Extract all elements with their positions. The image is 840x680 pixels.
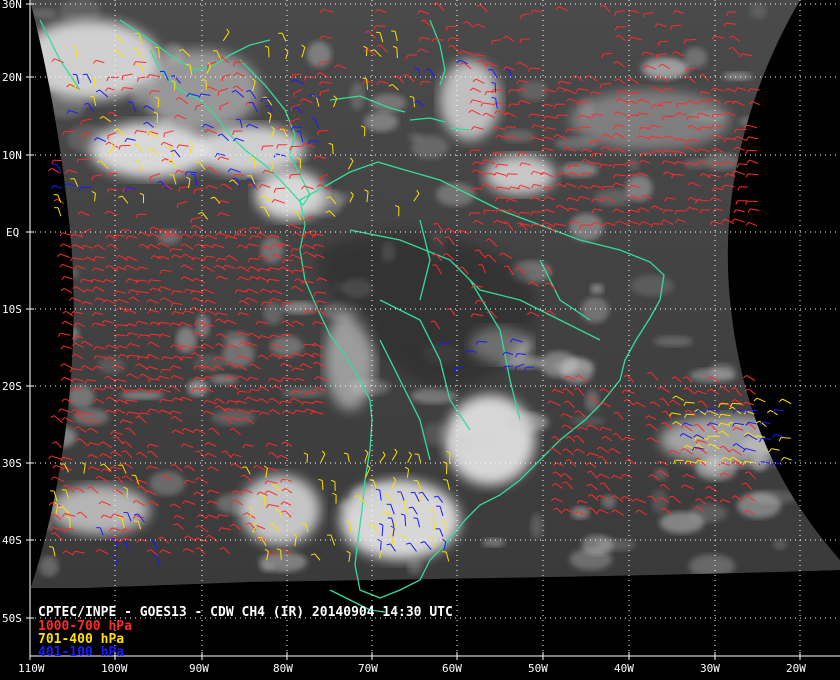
space-lower bbox=[30, 588, 840, 656]
map-canvas: 30N 20N 10N EQ 10S 20S 30S 40S 50S 110W … bbox=[2, 0, 840, 675]
lat-label: 10N bbox=[2, 149, 22, 162]
longitude-labels: 110W 100W 90W 80W 70W 60W 50W 40W 30W 20… bbox=[18, 662, 806, 675]
legend-high-level: 401-100 hPa bbox=[38, 645, 124, 660]
lon-label: 100W bbox=[101, 662, 128, 675]
lon-label: 80W bbox=[273, 662, 293, 675]
lon-label: 30W bbox=[700, 662, 720, 675]
lat-label: 50S bbox=[2, 612, 22, 625]
lat-label: 10S bbox=[2, 303, 22, 316]
lon-label: 40W bbox=[614, 662, 634, 675]
lat-label: 30N bbox=[2, 0, 22, 11]
lat-label: 40S bbox=[2, 534, 22, 547]
lat-label: 20S bbox=[2, 380, 22, 393]
lon-label: 60W bbox=[442, 662, 462, 675]
lat-label: EQ bbox=[6, 226, 19, 239]
lat-label: 30S bbox=[2, 457, 22, 470]
lon-label: 20W bbox=[786, 662, 806, 675]
lon-label: 70W bbox=[358, 662, 378, 675]
satellite-map: 30N 20N 10N EQ 10S 20S 30S 40S 50S 110W … bbox=[0, 0, 840, 680]
lon-label: 50W bbox=[528, 662, 548, 675]
lon-label: 110W bbox=[18, 662, 45, 675]
product-title: CPTEC/INPE - GOES13 - CDW CH4 (IR) 20140… bbox=[38, 605, 453, 620]
lat-label: 20N bbox=[2, 71, 22, 84]
lon-label: 90W bbox=[189, 662, 209, 675]
latitude-labels: 30N 20N 10N EQ 10S 20S 30S 40S 50S bbox=[2, 0, 22, 625]
